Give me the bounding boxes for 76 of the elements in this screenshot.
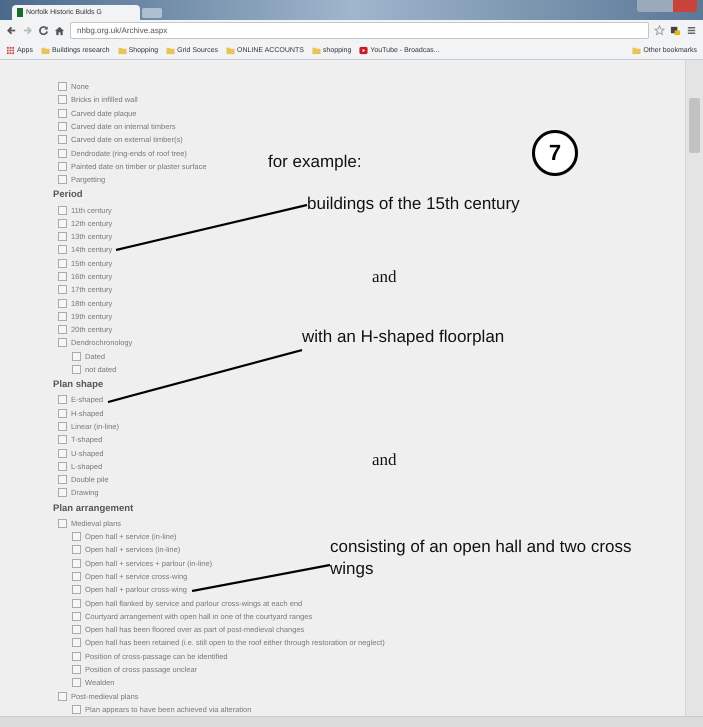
folder-icon bbox=[166, 46, 176, 55]
checkbox[interactable] bbox=[58, 245, 67, 254]
checkbox[interactable] bbox=[58, 82, 67, 92]
folder-icon bbox=[632, 46, 642, 55]
back-arrow-icon[interactable] bbox=[6, 24, 17, 36]
checkbox[interactable] bbox=[58, 325, 67, 334]
checkbox[interactable] bbox=[72, 704, 81, 714]
folder-icon bbox=[312, 46, 321, 55]
checkbox[interactable] bbox=[58, 95, 67, 104]
checkbox[interactable] bbox=[72, 678, 81, 688]
home-icon[interactable] bbox=[54, 24, 65, 36]
checkbox[interactable] bbox=[58, 298, 67, 308]
annotation-text: buildings of the 15th century bbox=[307, 193, 521, 215]
checkbox[interactable] bbox=[58, 448, 67, 458]
annotation-text: with an H-shaped floorplan bbox=[302, 326, 506, 348]
checkbox[interactable] bbox=[72, 665, 81, 674]
annotation-text: and bbox=[372, 449, 398, 471]
checkbox[interactable] bbox=[58, 312, 67, 321]
checkbox[interactable] bbox=[72, 352, 81, 361]
star-icon[interactable] bbox=[654, 24, 665, 36]
checkbox[interactable] bbox=[58, 408, 67, 418]
checkbox[interactable] bbox=[58, 338, 67, 348]
checkbox[interactable] bbox=[72, 585, 81, 594]
address-bar[interactable]: nhbg.org.uk/Archive.aspx bbox=[70, 22, 649, 39]
checkbox[interactable] bbox=[72, 612, 81, 621]
apps-grid-icon bbox=[6, 46, 15, 55]
vertical-scrollbar[interactable] bbox=[685, 60, 703, 716]
checkbox[interactable] bbox=[58, 475, 67, 484]
checkbox[interactable] bbox=[72, 625, 81, 634]
annotation-text: consisting of an open hall and two cross wings bbox=[330, 536, 632, 580]
checkbox[interactable] bbox=[72, 558, 81, 568]
checkbox[interactable] bbox=[58, 135, 67, 144]
checkbox[interactable] bbox=[72, 532, 81, 542]
horizontal-scrollbar[interactable] bbox=[0, 716, 703, 727]
reload-icon[interactable] bbox=[38, 24, 49, 36]
checkbox[interactable] bbox=[72, 365, 81, 374]
folder-icon bbox=[40, 46, 50, 55]
section-heading: Period bbox=[53, 188, 84, 202]
checkbox[interactable] bbox=[58, 218, 67, 228]
page-icon bbox=[17, 8, 23, 17]
checkbox[interactable] bbox=[72, 652, 81, 661]
forward-arrow-icon[interactable] bbox=[22, 24, 33, 36]
annotation-text: and bbox=[372, 266, 398, 288]
section-heading: Plan shape bbox=[53, 378, 104, 392]
checkbox[interactable] bbox=[72, 598, 81, 608]
checkbox[interactable] bbox=[58, 395, 67, 404]
checkbox[interactable] bbox=[58, 488, 67, 498]
menu-icon[interactable] bbox=[686, 24, 697, 36]
step-number: 7 bbox=[532, 130, 578, 176]
extension-icon[interactable] bbox=[670, 24, 681, 36]
new-tab-button[interactable] bbox=[142, 8, 162, 18]
checkbox[interactable] bbox=[58, 122, 67, 132]
checkbox[interactable] bbox=[58, 422, 67, 431]
checkbox[interactable] bbox=[58, 272, 67, 281]
checkbox[interactable] bbox=[58, 232, 67, 242]
checkbox[interactable] bbox=[58, 162, 67, 171]
checkbox[interactable] bbox=[58, 175, 67, 184]
checkbox[interactable] bbox=[58, 285, 67, 294]
annotation-text: for example: bbox=[268, 152, 362, 172]
checkbox[interactable] bbox=[58, 435, 67, 444]
checkbox[interactable] bbox=[58, 206, 67, 215]
checkbox[interactable] bbox=[58, 692, 67, 701]
checkbox[interactable] bbox=[58, 518, 67, 528]
scrollbar-thumb[interactable] bbox=[689, 98, 700, 153]
checkbox[interactable] bbox=[58, 462, 67, 471]
checkbox[interactable] bbox=[58, 258, 67, 268]
checkbox[interactable] bbox=[58, 108, 67, 118]
folder-icon bbox=[118, 46, 127, 55]
play-icon bbox=[359, 46, 368, 55]
checkbox[interactable] bbox=[58, 148, 67, 158]
checkbox[interactable] bbox=[72, 572, 81, 581]
folder-icon bbox=[226, 46, 236, 55]
section-heading: Plan arrangement bbox=[53, 502, 134, 515]
checkbox[interactable] bbox=[72, 545, 81, 554]
window-controls[interactable] bbox=[637, 0, 697, 12]
checkbox[interactable] bbox=[72, 638, 81, 648]
